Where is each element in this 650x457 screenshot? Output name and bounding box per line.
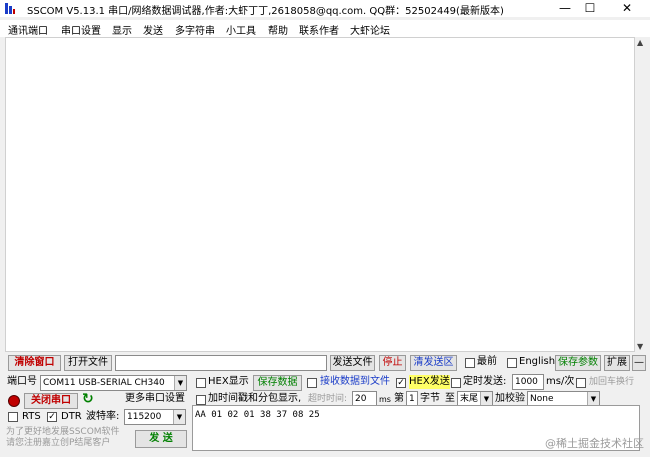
interval-input[interactable]: 1000 xyxy=(512,374,544,390)
checksum-label: 加校验 xyxy=(495,393,525,404)
save-data-button[interactable]: 保存数据 xyxy=(253,375,302,391)
end-position-value: 末尾 xyxy=(460,394,479,404)
chevron-down-icon: ▼ xyxy=(587,392,599,406)
dtr-label: DTR xyxy=(61,411,82,422)
app-window: SSCOM V5.13.1 串口/网络数据调试器,作者:大虾丁丁,2618058… xyxy=(0,0,650,457)
menu-help[interactable]: 帮助 xyxy=(268,22,288,37)
timeout-label: 超时时间: xyxy=(308,394,348,404)
clear-window-button[interactable]: 清除窗口 xyxy=(8,355,61,371)
menu-forum[interactable]: 大虾论坛 xyxy=(350,22,390,37)
promo-line-1[interactable]: 为了更好地发展SSCOM软件 xyxy=(6,427,120,438)
checksum-value: None xyxy=(530,394,554,404)
app-icon xyxy=(5,3,15,14)
watermark: @稀土掘金技术社区 xyxy=(545,437,644,450)
close-icon[interactable]: ✕ xyxy=(612,0,642,17)
send-button[interactable]: 发 送 xyxy=(135,430,187,448)
scroll-up-icon[interactable]: ▲ xyxy=(637,38,643,47)
hex-display-checkbox[interactable] xyxy=(196,378,206,388)
menu-send[interactable]: 发送 xyxy=(143,22,163,37)
menu-multi-string[interactable]: 多字符串 xyxy=(175,22,215,37)
expand-button[interactable]: 扩展 xyxy=(604,355,630,371)
english-label: English xyxy=(519,356,556,367)
add-crlf-label: 加回车换行 xyxy=(589,377,635,387)
menu-bar: 通讯端口 串口设置 显示 发送 多字符串 小工具 帮助 联系作者 大虾论坛 xyxy=(0,20,650,37)
port-label: 端口号 xyxy=(7,376,37,387)
interval-unit-label: ms/次 xyxy=(546,376,575,387)
rts-label: RTS xyxy=(22,411,41,422)
hex-send-label: HEX发送 xyxy=(409,375,450,389)
menu-contact-author[interactable]: 联系作者 xyxy=(299,22,339,37)
dtr-checkbox[interactable]: ✓ xyxy=(47,412,57,422)
hex-display-label: HEX显示 xyxy=(208,376,249,387)
maximize-icon[interactable]: ☐ xyxy=(575,0,605,17)
recv-to-file-label[interactable]: 接收数据到文件 xyxy=(320,375,390,389)
timed-send-label: 定时发送: xyxy=(463,376,507,387)
file-path-input[interactable] xyxy=(115,355,327,371)
more-port-settings-link[interactable]: 更多串口设置 xyxy=(125,392,185,406)
receive-scrollbar[interactable]: ▲ ▼ xyxy=(635,37,648,352)
promo-line-2[interactable]: 请您注册嘉立创P结尾客户 xyxy=(6,438,110,449)
receive-area[interactable] xyxy=(5,37,635,352)
add-crlf-checkbox[interactable] xyxy=(576,378,586,388)
send-file-button[interactable]: 发送文件 xyxy=(330,355,375,371)
scroll-down-icon[interactable]: ▼ xyxy=(637,342,643,351)
baud-select[interactable]: 115200 ▼ xyxy=(124,409,186,425)
collapse-button[interactable]: — xyxy=(632,355,646,371)
timestamp-label: 加时间戳和分包显示, xyxy=(208,393,302,404)
close-port-button[interactable]: 关闭串口 xyxy=(24,393,78,409)
menu-tools[interactable]: 小工具 xyxy=(226,22,256,37)
menu-comm-port[interactable]: 通讯端口 xyxy=(8,22,48,37)
topmost-label: 最前 xyxy=(477,356,497,367)
stop-button[interactable]: 停止 xyxy=(379,355,406,371)
timed-send-checkbox[interactable] xyxy=(451,378,461,388)
open-file-button[interactable]: 打开文件 xyxy=(64,355,112,371)
topmost-checkbox[interactable] xyxy=(465,358,475,368)
refresh-icon[interactable]: ↻ xyxy=(82,391,94,407)
menu-display[interactable]: 显示 xyxy=(112,22,132,37)
rts-checkbox[interactable] xyxy=(8,412,18,422)
nth-label: 第 xyxy=(394,393,404,404)
window-title: SSCOM V5.13.1 串口/网络数据调试器,作者:大虾丁丁,2618058… xyxy=(27,6,504,17)
port-status-icon xyxy=(8,395,20,407)
hex-send-checkbox[interactable]: ✓ xyxy=(396,378,406,388)
chevron-down-icon: ▼ xyxy=(173,410,185,424)
timestamp-checkbox[interactable] xyxy=(196,395,206,405)
baud-select-value: 115200 xyxy=(127,412,162,422)
save-params-button[interactable]: 保存参数 xyxy=(555,355,601,371)
send-content: AA 01 02 01 38 37 08 25 xyxy=(195,410,320,420)
byte-label: 字节 xyxy=(420,393,440,404)
to-label: 至 xyxy=(445,393,455,404)
baud-label: 波特率: xyxy=(86,411,120,422)
port-select-value: COM11 USB-SERIAL CH340 xyxy=(43,378,165,388)
recv-to-file-checkbox[interactable] xyxy=(307,378,317,388)
port-select[interactable]: COM11 USB-SERIAL CH340 ▼ xyxy=(40,375,187,391)
chevron-down-icon: ▼ xyxy=(480,392,492,406)
title-bar: SSCOM V5.13.1 串口/网络数据调试器,作者:大虾丁丁,2618058… xyxy=(0,0,650,17)
menu-serial-settings[interactable]: 串口设置 xyxy=(61,22,101,37)
english-checkbox[interactable] xyxy=(507,358,517,368)
chevron-down-icon: ▼ xyxy=(174,376,186,390)
clear-send-button[interactable]: 清发送区 xyxy=(410,355,457,371)
